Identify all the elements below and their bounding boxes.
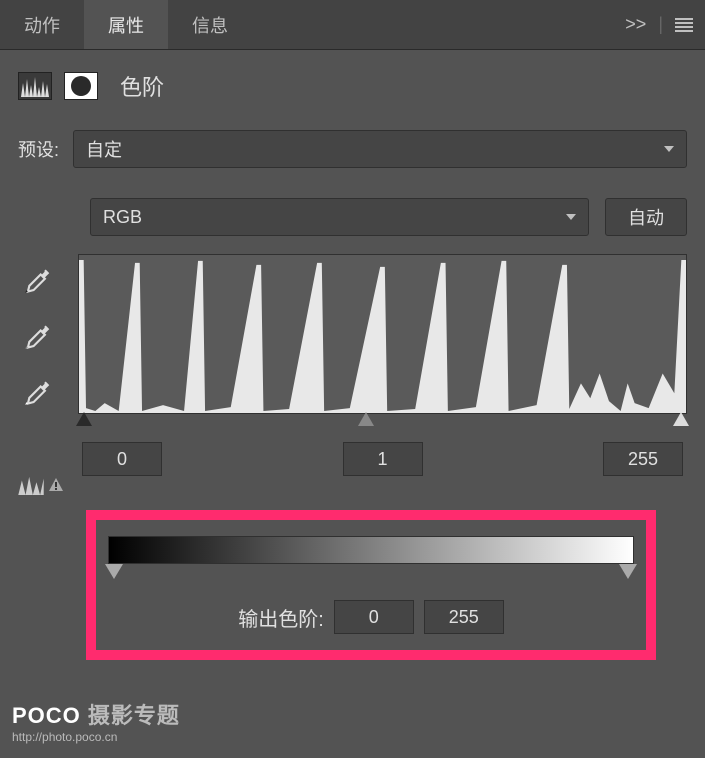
input-slider-track	[78, 412, 687, 436]
black-point-slider[interactable]	[76, 412, 92, 426]
panel-tabs: 动作 属性 信息 >> |	[0, 0, 705, 50]
levels-icon	[18, 72, 52, 100]
white-point-slider[interactable]	[673, 412, 689, 426]
preset-select[interactable]: 自定	[73, 130, 687, 168]
white-point-input[interactable]	[603, 442, 683, 476]
tab-info[interactable]: 信息	[168, 0, 252, 49]
eyedropper-tools	[18, 254, 66, 476]
chevron-down-icon	[566, 214, 576, 220]
preset-row: 预设: 自定	[0, 122, 705, 176]
output-white-input[interactable]	[424, 600, 504, 634]
auto-button[interactable]: 自动	[605, 198, 687, 236]
panel-menu-icon[interactable]	[675, 18, 693, 32]
preset-label: 预设:	[18, 136, 59, 162]
output-gradient	[108, 536, 634, 564]
gamma-input[interactable]	[343, 442, 423, 476]
tab-actions[interactable]: 动作	[0, 0, 84, 49]
clip-warning-icon[interactable]	[18, 475, 66, 495]
watermark: POCO 摄影专题 http://photo.poco.cn	[12, 698, 180, 744]
mask-icon[interactable]	[64, 72, 98, 100]
output-label: 输出色阶:	[238, 603, 324, 632]
input-level-values	[78, 442, 687, 476]
output-black-input[interactable]	[334, 600, 414, 634]
adjustment-header: 色阶	[0, 50, 705, 122]
chevron-down-icon	[664, 146, 674, 152]
output-levels-highlight: 输出色阶:	[86, 510, 656, 660]
channel-row: RGB 自动	[0, 190, 705, 244]
expand-icon[interactable]: >>	[625, 14, 646, 35]
output-white-slider[interactable]	[619, 564, 637, 579]
channel-select[interactable]: RGB	[90, 198, 589, 236]
output-slider-track	[108, 564, 634, 586]
gray-eyedropper-icon[interactable]	[18, 322, 52, 356]
panel-title: 色阶	[120, 70, 164, 102]
tab-properties[interactable]: 属性	[84, 0, 168, 49]
black-eyedropper-icon[interactable]	[18, 266, 52, 300]
midtone-slider[interactable]	[358, 412, 374, 426]
black-point-input[interactable]	[82, 442, 162, 476]
output-black-slider[interactable]	[105, 564, 123, 579]
white-eyedropper-icon[interactable]	[18, 378, 52, 412]
histogram	[78, 254, 687, 414]
